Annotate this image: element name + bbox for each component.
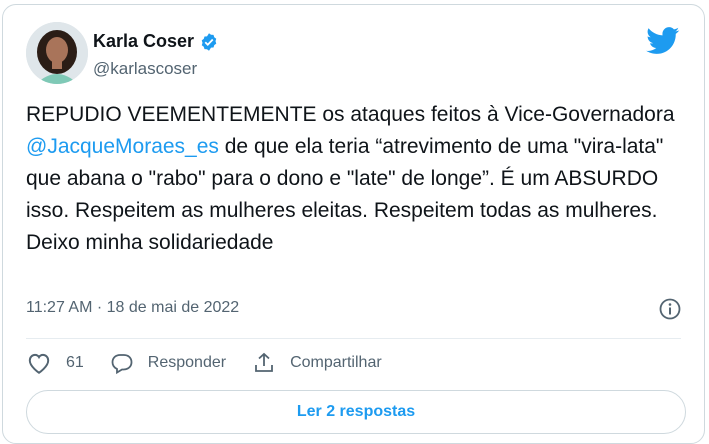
verified-badge-icon — [199, 32, 219, 52]
share-upload-icon — [255, 352, 273, 372]
info-icon[interactable] — [658, 297, 682, 321]
reply-label: Responder — [147, 354, 227, 371]
share-button[interactable]: Compartilhar — [252, 351, 382, 375]
like-button[interactable]: 61 — [26, 351, 84, 375]
tweet-text: REPUDIO VEEMENTEMENTE os ataques feitos … — [26, 99, 686, 259]
heart-icon — [28, 353, 50, 374]
tweet-text-start: REPUDIO VEEMENTEMENTE os ataques feitos … — [26, 103, 681, 126]
like-count: 61 — [66, 354, 84, 371]
author-handle[interactable]: @karlascoser — [93, 59, 197, 79]
share-label: Compartilhar — [290, 354, 382, 371]
action-bar: 61 Responder Compartilhar — [26, 351, 408, 375]
author-display-name[interactable]: Karla Coser — [93, 31, 194, 52]
tweet-timestamp[interactable]: 11:27 AM · 18 de mai de 2022 — [26, 299, 239, 317]
tweet-card[interactable]: Karla Coser @karlascoser REPUDIO VEEMENT… — [2, 4, 705, 444]
read-replies-button[interactable]: Ler 2 respostas — [26, 390, 686, 434]
mention-link[interactable]: @JacqueMoraes_es — [26, 135, 219, 158]
avatar[interactable] — [26, 22, 88, 84]
reply-button[interactable]: Responder — [110, 351, 226, 375]
speech-bubble-icon — [111, 354, 133, 375]
divider — [26, 338, 681, 339]
twitter-bird-icon[interactable] — [646, 27, 680, 55]
